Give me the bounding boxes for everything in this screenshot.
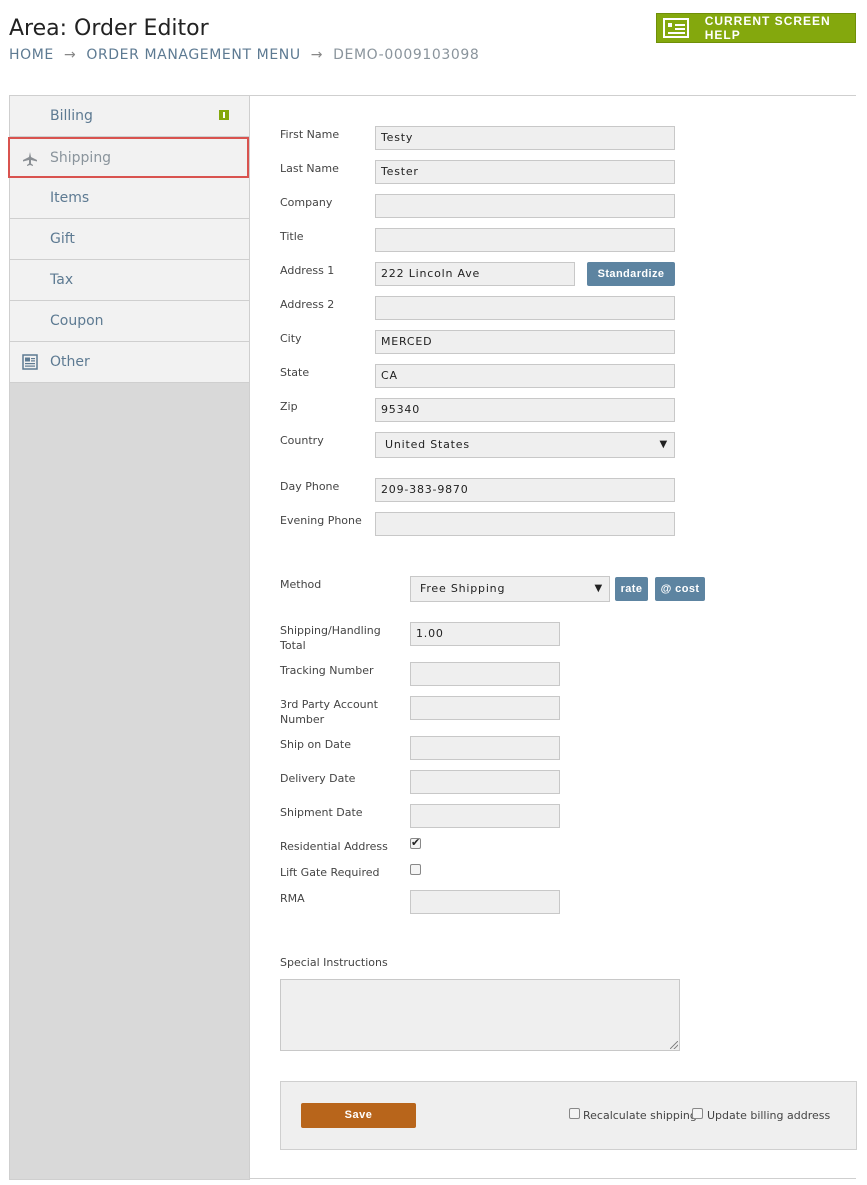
- action-bar: Save Recalculate shipping Update billing…: [280, 1081, 857, 1150]
- delivery-date-label: Delivery Date: [280, 772, 356, 785]
- sidebar-item-billing[interactable]: Billing: [10, 96, 249, 137]
- sidebar-item-label: Coupon: [50, 313, 104, 329]
- first-name-label: First Name: [280, 128, 340, 141]
- top-divider: [249, 95, 856, 96]
- ship-on-date-label: Ship on Date: [280, 738, 351, 751]
- tracking-number-field[interactable]: [410, 662, 560, 686]
- sidebar-item-label: Other: [50, 354, 90, 370]
- info-badge-icon: [219, 110, 229, 120]
- standardize-button[interactable]: Standardize: [587, 262, 675, 286]
- breadcrumb-separator: →: [310, 47, 324, 63]
- shipping-method-value: Free Shipping: [420, 582, 506, 595]
- delivery-date-field[interactable]: [410, 770, 560, 794]
- handling-total-label: Shipping/Handling Total: [280, 624, 381, 652]
- rma-field[interactable]: [410, 890, 560, 914]
- city-field[interactable]: MERCED: [375, 330, 675, 354]
- breadcrumb-order-management-link[interactable]: ORDER MANAGEMENT MENU: [86, 47, 300, 63]
- special-instructions-label: Special Instructions: [280, 956, 388, 969]
- company-label: Company: [280, 196, 333, 209]
- country-select[interactable]: United States ▼: [375, 432, 675, 458]
- sidebar-item-coupon[interactable]: Coupon: [10, 301, 249, 342]
- address2-label: Address 2: [280, 298, 335, 311]
- title-field[interactable]: [375, 228, 675, 252]
- airplane-icon: [23, 152, 37, 166]
- sidebar-item-shipping[interactable]: Shipping: [8, 137, 249, 178]
- sidebar-item-tax[interactable]: Tax: [10, 260, 249, 301]
- special-instructions-textarea[interactable]: [280, 979, 680, 1051]
- breadcrumb-home-link[interactable]: HOME: [9, 47, 54, 63]
- save-button[interactable]: Save: [301, 1103, 416, 1128]
- address1-label: Address 1: [280, 264, 335, 277]
- update-billing-checkbox[interactable]: [692, 1108, 703, 1119]
- sidebar-item-gift[interactable]: Gift: [10, 219, 249, 260]
- help-button-label: CURRENT SCREEN HELP: [704, 14, 831, 42]
- recalculate-shipping-checkbox[interactable]: [569, 1108, 580, 1119]
- newspaper-icon: [22, 354, 38, 370]
- day-phone-label: Day Phone: [280, 480, 340, 493]
- company-field[interactable]: [375, 194, 675, 218]
- day-phone-field[interactable]: 209-383-9870: [375, 478, 675, 502]
- recalculate-shipping-label: Recalculate shipping: [583, 1109, 697, 1122]
- address2-field[interactable]: [375, 296, 675, 320]
- dropdown-arrow-icon: ▼: [594, 583, 603, 594]
- shipment-date-label: Shipment Date: [280, 806, 363, 819]
- page-title: Area: Order Editor: [9, 16, 209, 41]
- sidebar-item-label: Items: [50, 190, 90, 206]
- sidebar-item-items[interactable]: Items: [10, 178, 249, 219]
- third-party-account-field[interactable]: [410, 696, 560, 720]
- bottom-divider: [249, 1178, 856, 1179]
- address1-field[interactable]: 222 Lincoln Ave: [375, 262, 575, 286]
- cost-button[interactable]: @ cost: [655, 577, 705, 601]
- sidebar-item-label: Gift: [50, 231, 75, 247]
- third-party-account-label: 3rd Party Account Number: [280, 698, 378, 726]
- lift-gate-checkbox[interactable]: [410, 864, 421, 875]
- sidebar-item-label: Billing: [50, 108, 93, 124]
- sidebar-item-label: Tax: [50, 272, 74, 288]
- rate-button[interactable]: rate: [615, 577, 648, 601]
- shipping-method-select[interactable]: Free Shipping ▼: [410, 576, 610, 602]
- current-screen-help-button[interactable]: CURRENT SCREEN HELP: [656, 13, 856, 43]
- evening-phone-field[interactable]: [375, 512, 675, 536]
- country-label: Country: [280, 434, 324, 447]
- zip-label: Zip: [280, 400, 298, 413]
- zip-field[interactable]: 95340: [375, 398, 675, 422]
- breadcrumb-separator: →: [63, 47, 77, 63]
- city-label: City: [280, 332, 302, 345]
- first-name-field[interactable]: Testy: [375, 126, 675, 150]
- sidebar-item-label: Shipping: [50, 149, 112, 166]
- state-label: State: [280, 366, 310, 379]
- country-select-value: United States: [385, 438, 470, 451]
- handling-total-field[interactable]: 1.00: [410, 622, 560, 646]
- evening-phone-label: Evening Phone: [280, 514, 362, 527]
- help-screen-icon: [663, 18, 689, 38]
- dropdown-arrow-icon: ▼: [659, 439, 668, 450]
- last-name-field[interactable]: Tester: [375, 160, 675, 184]
- lift-gate-label: Lift Gate Required: [280, 866, 380, 879]
- shipment-date-field[interactable]: [410, 804, 560, 828]
- state-field[interactable]: CA: [375, 364, 675, 388]
- update-billing-label: Update billing address: [707, 1109, 831, 1122]
- tracking-number-label: Tracking Number: [280, 664, 374, 677]
- breadcrumb: HOME → ORDER MANAGEMENT MENU → DEMO-0009…: [9, 47, 479, 63]
- resize-grip-icon[interactable]: [670, 1041, 678, 1049]
- last-name-label: Last Name: [280, 162, 339, 175]
- breadcrumb-current: DEMO-0009103098: [333, 47, 480, 63]
- sidebar: Billing Shipping Items Gift Tax Coupon O…: [8, 95, 250, 1180]
- residential-address-label: Residential Address: [280, 840, 388, 853]
- residential-address-checkbox[interactable]: [410, 836, 421, 849]
- ship-on-date-field[interactable]: [410, 736, 560, 760]
- sidebar-item-other[interactable]: Other: [10, 342, 249, 383]
- rma-label: RMA: [280, 892, 305, 905]
- title-label: Title: [280, 230, 304, 243]
- method-label: Method: [280, 578, 322, 591]
